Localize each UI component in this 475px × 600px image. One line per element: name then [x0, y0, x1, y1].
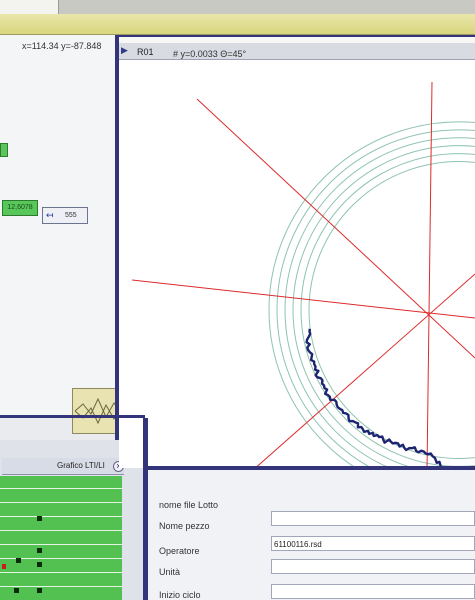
inizio-label: Inizio ciclo [159, 590, 201, 600]
count-button[interactable]: ↤ 555 [42, 207, 88, 224]
green-indicator[interactable] [0, 143, 8, 157]
grid-marker [37, 588, 42, 593]
grafico-title: Grafico LTI/LI [57, 461, 105, 470]
tolerance-ring [268, 121, 475, 470]
cursor-coordinates: x=114.34 y=-87.848 [22, 41, 102, 51]
grafico-grid [0, 476, 122, 600]
nome-pezzo-field[interactable] [271, 511, 475, 526]
polar-axes [131, 81, 475, 470]
play-icon[interactable]: ▶ [121, 45, 128, 56]
nome-file-label: nome file Lotto [159, 500, 219, 510]
left-bottom-border [0, 415, 145, 418]
operatore-field[interactable]: 61100116.rsd [271, 536, 475, 551]
grid-row-divider [0, 530, 122, 531]
top-strip [0, 0, 475, 14]
grid-row-divider [0, 586, 122, 587]
tolerance-ring [300, 153, 475, 467]
axis-horizontal [131, 279, 475, 319]
axis-diagonal-1 [196, 98, 475, 359]
grid-marker [37, 548, 42, 553]
yellow-toolbar [0, 14, 475, 35]
green-value-field[interactable]: 12,6078 [2, 200, 38, 216]
plot-top-border [119, 35, 475, 43]
grid-row-divider [0, 516, 122, 517]
tolerance-rings [268, 121, 475, 470]
vertical-divider [115, 35, 119, 440]
grid-alert-marker [2, 564, 6, 569]
grid-row-divider [0, 488, 122, 489]
tab-r01[interactable]: R01 [137, 47, 154, 57]
grid-marker [14, 588, 19, 593]
grid-marker [37, 562, 42, 567]
grid-marker [16, 558, 21, 563]
plot-readout: # y=0.0033 Θ=45° [173, 49, 247, 59]
unita-field[interactable] [271, 559, 475, 574]
grid-row-divider [0, 572, 122, 573]
nome-pezzo-label: Nome pezzo [159, 521, 210, 531]
operatore-label: Operatore [159, 546, 200, 556]
grid-row-divider [0, 502, 122, 503]
tolerance-ring [284, 137, 475, 470]
form-panel [148, 470, 475, 600]
inizio-field[interactable] [271, 584, 475, 599]
top-tab[interactable] [0, 0, 59, 14]
grid-row-divider [0, 544, 122, 545]
enter-arrow-icon: ↤ [46, 210, 54, 220]
left-panel [0, 35, 130, 415]
count-value: 555 [65, 212, 77, 219]
tolerance-ring [308, 161, 475, 459]
unita-label: Unità [159, 567, 181, 577]
grid-marker [37, 516, 42, 521]
polar-plot[interactable] [119, 60, 475, 470]
axis-diagonal-2 [252, 273, 475, 470]
